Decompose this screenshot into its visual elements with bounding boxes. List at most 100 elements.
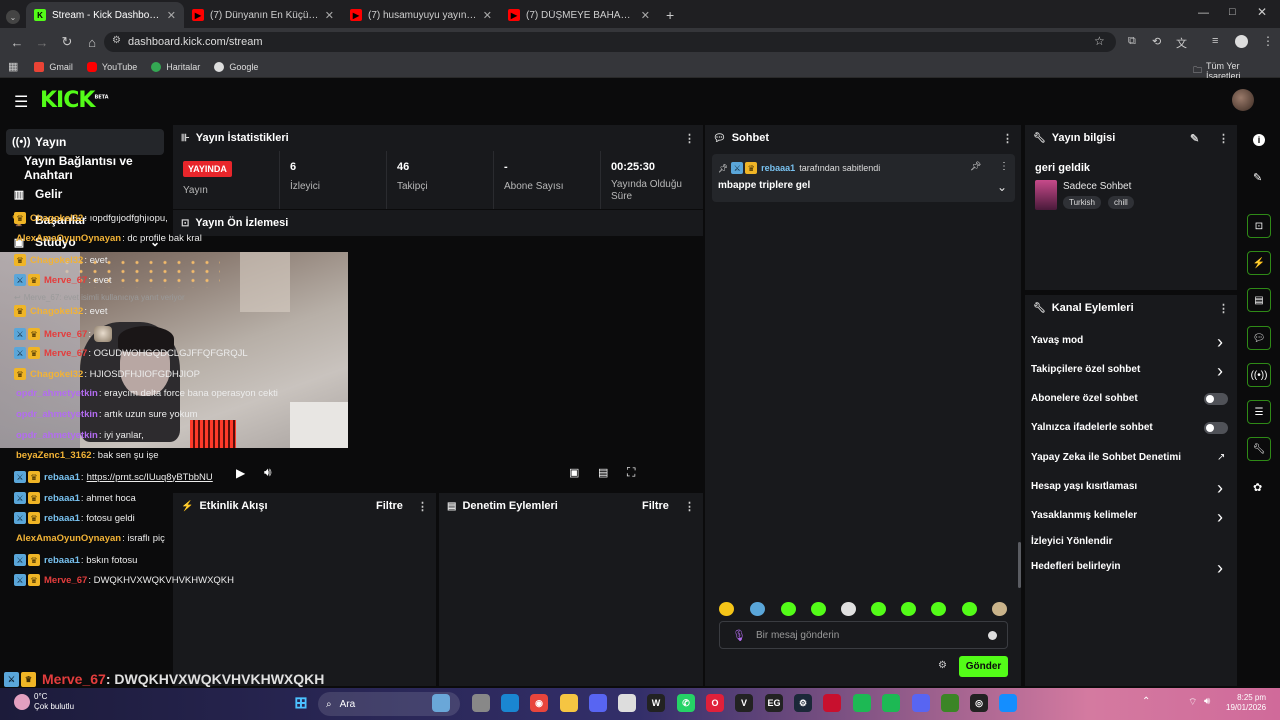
channel-action-item[interactable]: İzleyici Yönlendir [1031, 536, 1113, 547]
bookmark-maps[interactable]: Haritalar [151, 61, 200, 72]
chat-message[interactable]: opdr_ahmetyetkin: artık uzun sure yokum [14, 409, 198, 420]
new-tab-button[interactable]: + [666, 7, 674, 23]
chat-message[interactable]: AlexAmaOyunOynayan: dc profile bak kral [14, 233, 202, 244]
chat-username[interactable]: Chagokel32 [30, 369, 83, 380]
chevron-right-icon[interactable]: › [1217, 332, 1223, 353]
chat-message[interactable]: ⚔ ♛ Merve_67: OGUDWOHGQDCLGJFFQFGRQJL [14, 347, 248, 359]
user-avatar[interactable] [1232, 89, 1254, 111]
maximize-button[interactable]: □ [1229, 6, 1236, 18]
kick-logo[interactable]: KICKBETA [40, 88, 109, 113]
chat-username[interactable]: opdr_ahmetyetkin [16, 388, 98, 399]
chat-input[interactable]: 🎙︎ Bir mesaj gönderin [719, 621, 1008, 649]
browser-tab[interactable]: ▶(7) Dünyanın En Küçük Evleri !✕ [184, 2, 342, 28]
emote-button[interactable] [901, 602, 916, 616]
chat-message[interactable]: ⚔ ♛ Merve_67: [14, 326, 112, 342]
chat-username[interactable]: AlexAmaOyunOynayan [16, 533, 121, 544]
chat-username[interactable]: opdr_ahmetyetkin [16, 409, 98, 420]
chat-username[interactable]: rebaaa1 [44, 513, 80, 524]
close-tab-icon[interactable]: ✕ [641, 9, 650, 22]
translate-icon[interactable]: 文 [1176, 35, 1187, 51]
steam-icon[interactable]: ⚙ [794, 694, 812, 712]
battle-icon[interactable] [999, 694, 1017, 712]
chat-username[interactable]: opdr_ahmetyetkin [16, 430, 98, 441]
chat-username[interactable]: AlexAmaOyunOynayan [16, 233, 121, 244]
sidebar-item-gelir[interactable]: ▥ Gelir [0, 181, 170, 207]
toggle-switch[interactable] [1204, 422, 1228, 434]
chat-username[interactable]: rebaaa1 [44, 493, 80, 504]
browser-tab[interactable]: K Stream - Kick Dashboard ✕ [26, 2, 184, 28]
minimize-button[interactable]: — [1198, 7, 1209, 19]
bookmark-star-icon[interactable]: ☆ [1094, 34, 1105, 48]
chat-username[interactable]: Chagokel32 [30, 255, 83, 266]
rail-button-screen[interactable]: ⊡ [1247, 214, 1271, 238]
opera-icon[interactable]: O [706, 694, 724, 712]
chat-username[interactable]: Merve_67 [44, 348, 87, 359]
app-red-icon[interactable] [823, 694, 841, 712]
miniplayer-icon[interactable]: ▣ [569, 466, 579, 479]
stats-menu-icon[interactable]: ⋮ [684, 132, 695, 145]
spotify-icon[interactable] [853, 694, 871, 712]
rail-button-wrench[interactable]: 🔧︎ [1247, 437, 1271, 461]
pinned-message[interactable]: 📌︎ ⚔ ♛ rebaaa1 tarafından sabitlendi mbapp… [712, 154, 1015, 202]
url-input[interactable]: ⚙ dashboard.kick.com/stream [104, 32, 1116, 52]
rail-button-list[interactable]: ☰ [1247, 400, 1271, 424]
discord-icon[interactable] [589, 694, 607, 712]
chat-message[interactable]: ⚔ ♛ rebaaa1: ahmet hoca [14, 492, 136, 504]
channel-action-item[interactable]: Yapay Zeka ile Sohbet Denetimi [1031, 452, 1181, 463]
emoji-picker-icon[interactable] [988, 630, 997, 640]
file-manager-icon[interactable] [472, 694, 490, 712]
media-icon[interactable] [882, 694, 900, 712]
emote-button[interactable] [931, 602, 946, 616]
discord-icon[interactable] [912, 694, 930, 712]
activity-filter-button[interactable]: Filtre [376, 500, 403, 512]
bookmark-google[interactable]: Google [214, 61, 258, 72]
volume-tray-icon[interactable]: 🔊︎ [1204, 696, 1210, 707]
home-icon[interactable]: ⌂ [81, 31, 103, 53]
toggle-switch[interactable] [1204, 393, 1228, 405]
chat-message[interactable]: beyaZenc1_3162: bak sen şu işe [14, 450, 159, 461]
pinned-menu-icon[interactable]: ⋮ [999, 161, 1009, 172]
emote-button[interactable] [871, 602, 886, 616]
chevron-right-icon[interactable]: › [1217, 507, 1223, 528]
chevron-down-icon[interactable]: ⌄ [997, 180, 1007, 194]
chat-username[interactable]: Merve_67 [44, 575, 87, 586]
chat-link[interactable]: https://prnt.sc/IUuq8yBTbbNU [87, 472, 213, 483]
sidebar-item-stream-key[interactable]: Yayın Bağlantısı ve Anahtarı [0, 154, 170, 182]
close-tab-icon[interactable]: ✕ [167, 9, 176, 22]
microphone-icon[interactable]: 🎙︎ [732, 629, 746, 642]
volume-icon[interactable]: 🔊︎ [264, 465, 272, 480]
extensions-icon[interactable]: ⧉ [1128, 35, 1136, 48]
vpn-icon[interactable]: V [735, 694, 753, 712]
play-icon[interactable]: ▶ [236, 466, 245, 480]
channel-action-item[interactable]: Hesap yaşı kısıtlaması [1031, 481, 1137, 492]
emote-button[interactable] [719, 602, 734, 616]
history-icon[interactable]: ⟲ [1152, 35, 1161, 48]
chat-message[interactable]: opdr_ahmetyetkin: eraycım delta force ba… [14, 388, 278, 399]
chat-message[interactable]: ♛ Chagokel32: ıopdfgıjodfghjıopu, [14, 212, 168, 224]
bookmark-youtube[interactable]: YouTube [86, 61, 137, 72]
chrome-icon[interactable]: ◉ [530, 694, 548, 712]
tag-turkish[interactable]: Turkish [1063, 196, 1101, 209]
stream-info-menu-icon[interactable]: ⋮ [1218, 132, 1229, 145]
chat-message[interactable]: ⚔ ♛ rebaaa1: bskın fotosu [14, 554, 137, 566]
channel-action-item[interactable]: Takipçilere özel sohbet [1031, 364, 1140, 375]
theater-icon[interactable]: ▤ [598, 466, 608, 479]
emote-button[interactable] [781, 602, 796, 616]
unpin-icon[interactable]: 📌︎ [970, 161, 981, 172]
channel-action-item[interactable]: Hedefleri belirleyin [1031, 561, 1120, 572]
reload-icon[interactable]: ↻ [56, 31, 78, 53]
edit-icon[interactable]: ✎ [1190, 132, 1199, 145]
emote-button[interactable] [962, 602, 977, 616]
bookmark-gmail[interactable]: Gmail [34, 61, 73, 72]
chat-message[interactable]: ⚔ ♛ rebaaa1: https://prnt.sc/IUuq8yBTbbNU [14, 471, 213, 483]
rail-button-doc[interactable]: ▤ [1247, 288, 1271, 312]
emote-button[interactable] [811, 602, 826, 616]
emote-button[interactable] [992, 602, 1007, 616]
tab-search-button[interactable]: ⌄ [6, 10, 20, 24]
close-tab-icon[interactable]: ✕ [483, 9, 492, 22]
chat-menu-icon[interactable]: ⋮ [1002, 132, 1013, 145]
office-icon[interactable]: W [647, 694, 665, 712]
minecraft-icon[interactable] [941, 694, 959, 712]
apps-grid-icon[interactable]: ▦ [8, 60, 18, 73]
emote-button[interactable] [841, 602, 856, 616]
